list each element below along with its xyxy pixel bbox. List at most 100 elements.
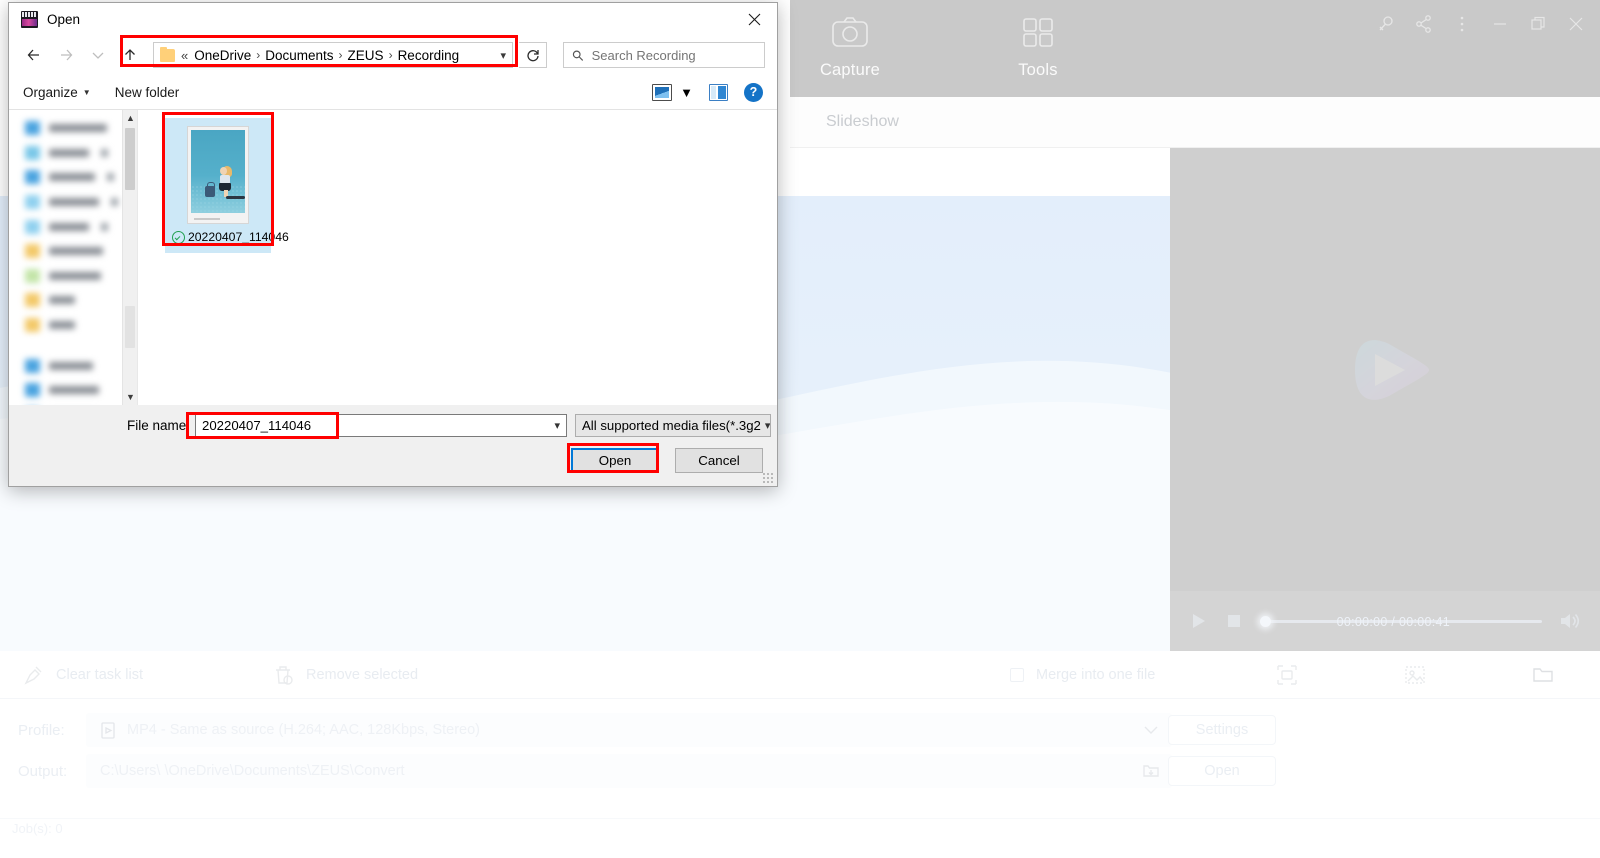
merge-into-one-file-checkbox[interactable]: Merge into one file: [1010, 667, 1155, 683]
organize-menu[interactable]: Organize ▼: [23, 85, 91, 100]
dialog-close-button[interactable]: [731, 3, 777, 35]
screenshot-icon[interactable]: [1276, 664, 1298, 686]
sidebar-item[interactable]: [9, 239, 137, 264]
file-type-chevron-down-icon: ▾: [764, 419, 771, 432]
view-layout-icon[interactable]: [652, 83, 673, 101]
browse-folder-icon[interactable]: [1142, 762, 1160, 780]
dialog-nav-bar: « OneDrive › Documents › ZEUS › Recordin…: [9, 35, 777, 75]
search-box[interactable]: [563, 42, 765, 68]
breadcrumb-separator: ›: [388, 48, 393, 62]
folder-icon: [160, 46, 175, 62]
remove-selected-button[interactable]: Remove selected: [272, 664, 418, 686]
breadcrumb-chevron-down-icon[interactable]: ▾: [492, 49, 506, 62]
dialog-cancel-button[interactable]: Cancel: [675, 448, 763, 473]
seek-knob[interactable]: [1260, 615, 1271, 627]
sidebar-item[interactable]: [9, 264, 137, 289]
file-name-combobox[interactable]: ▾: [195, 413, 567, 437]
recent-locations-button[interactable]: [85, 42, 111, 68]
view-chevron-down-icon[interactable]: ▼: [680, 85, 693, 100]
nav-item-capture[interactable]: Capture: [802, 14, 898, 80]
scroll-down-arrow-icon[interactable]: ▼: [123, 389, 137, 405]
dialog-open-button[interactable]: Open: [571, 448, 659, 473]
profile-label: Profile:: [18, 721, 65, 739]
help-icon[interactable]: ?: [744, 82, 763, 102]
thumbnail-caption-strip: [188, 213, 248, 223]
dialog-title: Open: [47, 11, 81, 27]
checkbox-box[interactable]: [1010, 667, 1024, 682]
desktop-icon: [25, 145, 40, 160]
window-controls: [1376, 14, 1586, 34]
sidebar-item[interactable]: [9, 313, 137, 338]
sidebar-item-label: [49, 148, 89, 157]
output-row: Output: C:\Users\ \OneDrive\Documents\ZE…: [0, 754, 1600, 788]
minimize-icon[interactable]: [1490, 14, 1510, 34]
key-icon[interactable]: [1376, 14, 1396, 34]
pin-icon: [111, 198, 118, 207]
sidebar-item-label: [49, 296, 75, 305]
sidebar-scrollbar[interactable]: ▲ ▼: [122, 110, 137, 405]
breadcrumb-item-documents[interactable]: Documents: [265, 48, 333, 63]
trash-icon: [272, 664, 294, 686]
sidebar-item[interactable]: [9, 378, 137, 403]
file-type-select[interactable]: All supported media files(*.3g2 ▾: [575, 413, 771, 437]
preview-pane-icon[interactable]: [709, 83, 728, 101]
thumbnail-bag: [205, 182, 215, 197]
volume-icon[interactable]: [1558, 611, 1582, 631]
open-folder-icon[interactable]: [1532, 664, 1554, 686]
output-path-field[interactable]: C:\Users\ \OneDrive\Documents\ZEUS\Conve…: [86, 754, 1172, 788]
new-folder-button[interactable]: New folder: [115, 85, 180, 100]
restore-icon[interactable]: [1528, 14, 1548, 34]
file-thumbnail: [187, 126, 249, 224]
output-open-button[interactable]: Open: [1168, 756, 1276, 786]
jobs-count: Job(s): 0: [12, 821, 63, 836]
nav-label-tools: Tools: [1018, 61, 1058, 79]
more-menu-icon[interactable]: [1452, 14, 1472, 34]
sidebar-item[interactable]: [9, 353, 137, 378]
folder-icon: [25, 244, 40, 259]
settings-button[interactable]: Settings: [1168, 715, 1276, 745]
sidebar-item-label: [49, 361, 93, 370]
sidebar-item[interactable]: [9, 116, 137, 141]
close-icon[interactable]: [1566, 14, 1586, 34]
sidebar-item-label: [49, 247, 103, 256]
seek-slider[interactable]: 00:00:00 / 00:00:41: [1260, 609, 1542, 633]
file-item[interactable]: 20220407_114046: [165, 118, 289, 253]
merge-into-one-file-label: Merge into one file: [1036, 666, 1156, 683]
refresh-button[interactable]: [519, 42, 547, 68]
breadcrumb-item-onedrive[interactable]: OneDrive: [194, 48, 251, 63]
back-button[interactable]: [21, 42, 47, 68]
scroll-up-arrow-icon[interactable]: ▲: [123, 110, 137, 126]
sidebar-item[interactable]: [9, 190, 137, 215]
play-icon[interactable]: [1188, 611, 1208, 631]
stop-icon[interactable]: [1224, 611, 1244, 631]
file-name-input[interactable]: [202, 417, 560, 433]
pin-icon: [101, 222, 108, 231]
open-file-dialog: Open « OneDrive › Documents › ZEUS › Rec…: [8, 2, 778, 487]
forward-button[interactable]: [53, 42, 79, 68]
tab-slideshow[interactable]: Slideshow: [826, 113, 899, 131]
sidebar-item[interactable]: [9, 214, 137, 239]
share-icon[interactable]: [1414, 14, 1434, 34]
nav-item-tools[interactable]: Tools: [990, 14, 1086, 80]
sidebar-item[interactable]: [9, 141, 137, 166]
profile-select[interactable]: MP4 - Same as source (H.264; AAC, 128Kbp…: [86, 713, 1172, 747]
breadcrumb-item-zeus[interactable]: ZEUS: [348, 48, 384, 63]
clear-task-list-button[interactable]: Clear task list: [22, 664, 143, 686]
breadcrumb[interactable]: « OneDrive › Documents › ZEUS › Recordin…: [153, 42, 513, 68]
star-icon: [25, 121, 40, 136]
image-region-icon[interactable]: [1404, 664, 1426, 686]
breadcrumb-separator: ›: [256, 48, 261, 62]
sidebar-item[interactable]: [9, 165, 137, 190]
profile-chevron-down-icon[interactable]: [1142, 721, 1160, 739]
search-input[interactable]: [591, 47, 756, 63]
sidebar-item[interactable]: [9, 288, 137, 313]
scrollbar-thumb[interactable]: [125, 128, 135, 190]
resize-grip[interactable]: [762, 472, 774, 484]
file-type-value: All supported media files(*.3g2: [582, 417, 761, 433]
file-name-chevron-down-icon[interactable]: ▾: [554, 419, 560, 432]
up-one-level-button[interactable]: [117, 42, 143, 68]
sidebar-item-label: [49, 198, 99, 207]
breadcrumb-item-recording[interactable]: Recording: [398, 48, 460, 63]
zeus-tab-bar: Slideshow: [790, 97, 1600, 148]
scrollbar-thumb-secondary: [125, 306, 135, 348]
